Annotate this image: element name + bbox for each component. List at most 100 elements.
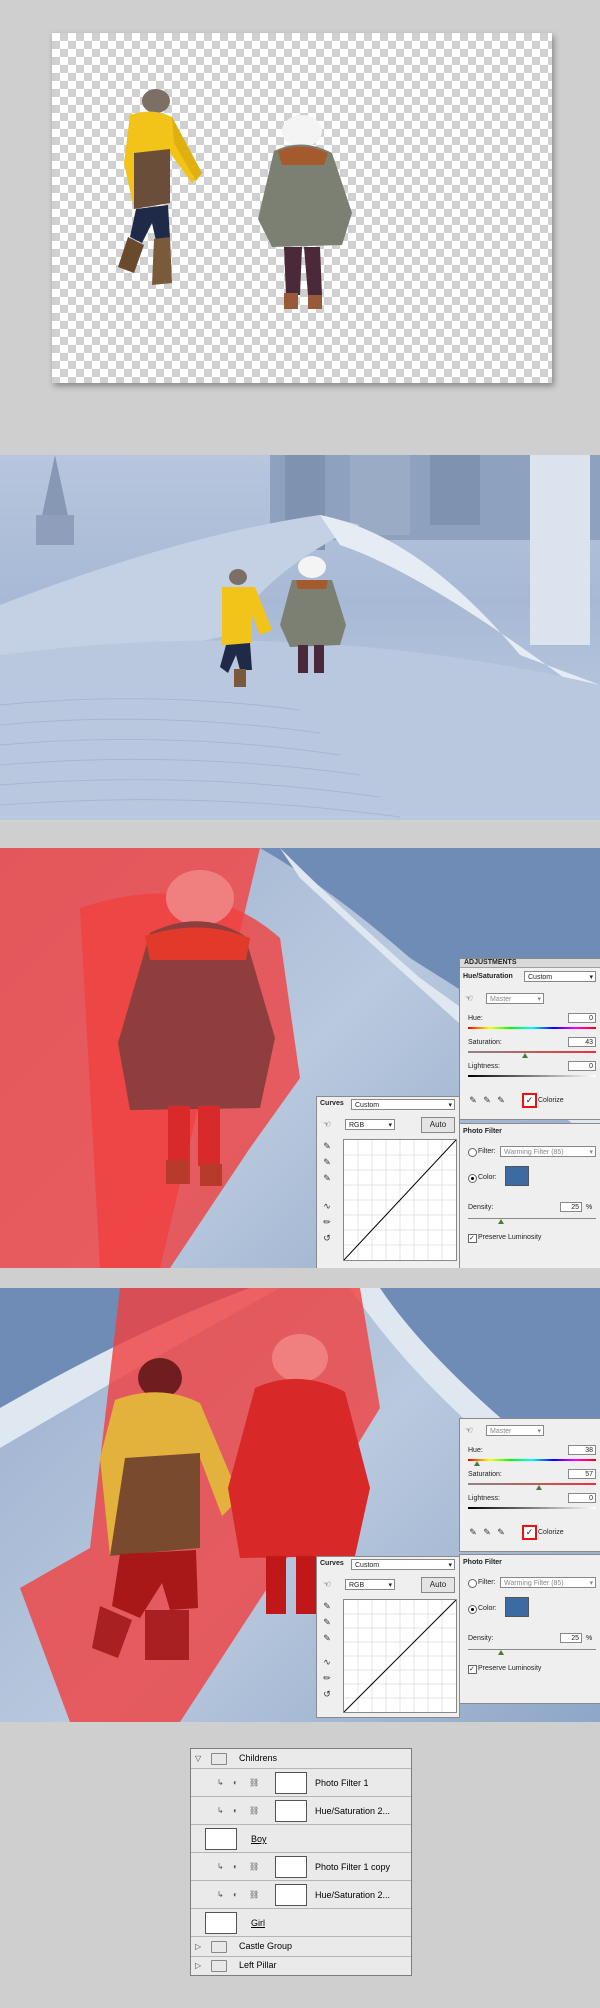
hue-slider-2[interactable]	[468, 1459, 596, 1461]
lightness-slider[interactable]	[468, 1075, 596, 1077]
curves-channel-select[interactable]: RGB	[345, 1119, 395, 1131]
layer-name: Left Pillar	[239, 1960, 277, 1970]
saturation-slider[interactable]	[468, 1051, 596, 1053]
curves-auto-button-2[interactable]: Auto	[421, 1577, 455, 1593]
saturation-input-2[interactable]: 57	[568, 1469, 596, 1479]
adjustment-layer-icon: ◐	[233, 1778, 238, 1787]
curves-point-icon[interactable]: ∿	[322, 1201, 332, 1211]
saturation-slider-2[interactable]	[468, 1483, 596, 1485]
curves-channel-select-2[interactable]: RGB	[345, 1579, 395, 1591]
density-input-2[interactable]: 25	[560, 1633, 582, 1643]
filter-select-2[interactable]: Warming Filter (85)	[500, 1577, 596, 1589]
curves-hand-icon[interactable]: ☜	[322, 1119, 332, 1129]
color-label-2: Color:	[478, 1605, 497, 1612]
filter-radio[interactable]	[468, 1148, 477, 1157]
expand-triangle-icon[interactable]: ▽	[195, 1754, 201, 1763]
hue-thumb-2[interactable]	[474, 1461, 480, 1466]
curves-point-icon-2[interactable]: ∿	[322, 1657, 332, 1667]
saturation-input[interactable]: 43	[568, 1037, 596, 1047]
layer-name: Girl	[251, 1918, 265, 1928]
lightness-input-2[interactable]: 0	[568, 1493, 596, 1503]
photo-filter-title-2: Photo Filter	[463, 1559, 502, 1566]
hue-slider[interactable]	[468, 1027, 596, 1029]
preserve-checkbox-2[interactable]: ✓	[468, 1665, 477, 1674]
curves-eyedropper-white-icon[interactable]: ✎	[322, 1173, 332, 1183]
eyedropper-minus-icon[interactable]: ✎	[496, 1095, 506, 1105]
density-slider[interactable]	[468, 1218, 596, 1219]
curves-eyedropper-gray-icon[interactable]: ✎	[322, 1157, 332, 1167]
photo-filter-title: Photo Filter	[463, 1128, 502, 1135]
saturation-thumb-2[interactable]	[536, 1485, 542, 1490]
curves-hand-icon-2[interactable]: ☜	[322, 1579, 332, 1589]
layer-row-childrens[interactable]: ▽ Childrens	[191, 1749, 411, 1769]
layer-name: Hue/Saturation 2...	[315, 1806, 391, 1816]
filter-label-2: Filter:	[478, 1579, 496, 1586]
eyedropper-icon-2[interactable]: ✎	[468, 1527, 478, 1537]
colorize-checkbox-2[interactable]: ✓	[522, 1525, 537, 1540]
preserve-checkbox[interactable]: ✓	[468, 1234, 477, 1243]
clip-arrow-icon: ↳	[217, 1890, 224, 1899]
eyedropper-icon[interactable]: ✎	[468, 1095, 478, 1105]
lightness-input[interactable]: 0	[568, 1061, 596, 1071]
curves-auto-button[interactable]: Auto	[421, 1117, 455, 1133]
hue-label-2: Hue:	[468, 1447, 483, 1454]
collapse-triangle-icon[interactable]: ▷	[195, 1961, 201, 1970]
filter-radio-2[interactable]	[468, 1579, 477, 1588]
layer-row-left-pillar[interactable]: ▷ Left Pillar	[191, 1957, 411, 1975]
curves-pencil-icon[interactable]: ✏	[322, 1217, 332, 1227]
clip-arrow-icon: ↳	[217, 1806, 224, 1815]
color-swatch-2[interactable]	[505, 1597, 529, 1617]
layer-row-castle-group[interactable]: ▷ Castle Group	[191, 1937, 411, 1957]
layer-row-photo-filter-1[interactable]: ↳ ◐ ⛓ Photo Filter 1	[191, 1769, 411, 1797]
layer-row-hue-saturation-2[interactable]: ↳ ◐ ⛓ Hue/Saturation 2...	[191, 1797, 411, 1825]
hue-input[interactable]: 0	[568, 1013, 596, 1023]
layer-thumbnail	[205, 1912, 237, 1934]
curves-smooth-icon-2[interactable]: ↺	[322, 1689, 332, 1699]
layer-row-boy[interactable]: Boy	[191, 1825, 411, 1853]
density-input[interactable]: 25	[560, 1202, 582, 1212]
layer-row-photo-filter-1-copy[interactable]: ↳ ◐ ⛓ Photo Filter 1 copy	[191, 1853, 411, 1881]
colorize-checkbox[interactable]: ✓	[522, 1093, 537, 1108]
layer-name: Photo Filter 1	[315, 1778, 369, 1788]
curves-preset-select[interactable]: Custom	[351, 1099, 455, 1111]
curves-eyedropper-white-icon-2[interactable]: ✎	[322, 1633, 332, 1643]
clip-arrow-icon: ↳	[217, 1778, 224, 1787]
curves-eyedropper-gray-icon-2[interactable]: ✎	[322, 1617, 332, 1627]
folder-icon	[211, 1753, 227, 1765]
lightness-label-2: Lightness:	[468, 1495, 500, 1502]
density-thumb-2[interactable]	[498, 1650, 504, 1655]
curves-graph[interactable]	[343, 1139, 457, 1261]
curves-panel-2: Curves Custom ☜ RGB Auto ✎ ✎ ✎ ∿ ✏ ↺	[316, 1556, 460, 1718]
curves-graph-2[interactable]	[343, 1599, 457, 1713]
hand-tool-icon[interactable]: ☜	[464, 993, 474, 1003]
preset-select[interactable]: Custom	[524, 971, 596, 983]
curves-preset-select-2[interactable]: Custom	[351, 1559, 455, 1571]
layer-mask-thumbnail	[275, 1884, 307, 1906]
eyedropper-plus-icon-2[interactable]: ✎	[482, 1527, 492, 1537]
color-radio-2[interactable]	[468, 1605, 477, 1614]
saturation-thumb[interactable]	[522, 1053, 528, 1058]
eyedropper-plus-icon[interactable]: ✎	[482, 1095, 492, 1105]
hue-saturation-panel-2: ☜ Master Hue: 38 Saturation: 57 Lightnes…	[459, 1418, 600, 1552]
density-unit: %	[586, 1204, 593, 1211]
curves-smooth-icon[interactable]: ↺	[322, 1233, 332, 1243]
filter-select[interactable]: Warming Filter (85)	[500, 1146, 596, 1158]
density-label: Density:	[468, 1204, 494, 1211]
collapse-triangle-icon[interactable]: ▷	[195, 1942, 201, 1951]
density-thumb[interactable]	[498, 1219, 504, 1224]
lightness-slider-2[interactable]	[468, 1507, 596, 1509]
eyedropper-minus-icon-2[interactable]: ✎	[496, 1527, 506, 1537]
curves-eyedropper-black-icon-2[interactable]: ✎	[322, 1601, 332, 1611]
channel-select[interactable]: Master	[486, 993, 544, 1005]
curves-pencil-icon-2[interactable]: ✏	[322, 1673, 332, 1683]
color-swatch[interactable]	[505, 1166, 529, 1186]
channel-select-2[interactable]: Master	[486, 1425, 544, 1437]
hand-tool-icon-2[interactable]: ☜	[464, 1425, 474, 1435]
hue-input-2[interactable]: 38	[568, 1445, 596, 1455]
curves-eyedropper-black-icon[interactable]: ✎	[322, 1141, 332, 1151]
density-slider-2[interactable]	[468, 1649, 596, 1650]
layer-name: Boy	[251, 1834, 267, 1844]
layer-row-hue-saturation-2-b[interactable]: ↳ ◐ ⛓ Hue/Saturation 2...	[191, 1881, 411, 1909]
color-radio[interactable]	[468, 1174, 477, 1183]
layer-row-girl[interactable]: Girl	[191, 1909, 411, 1937]
